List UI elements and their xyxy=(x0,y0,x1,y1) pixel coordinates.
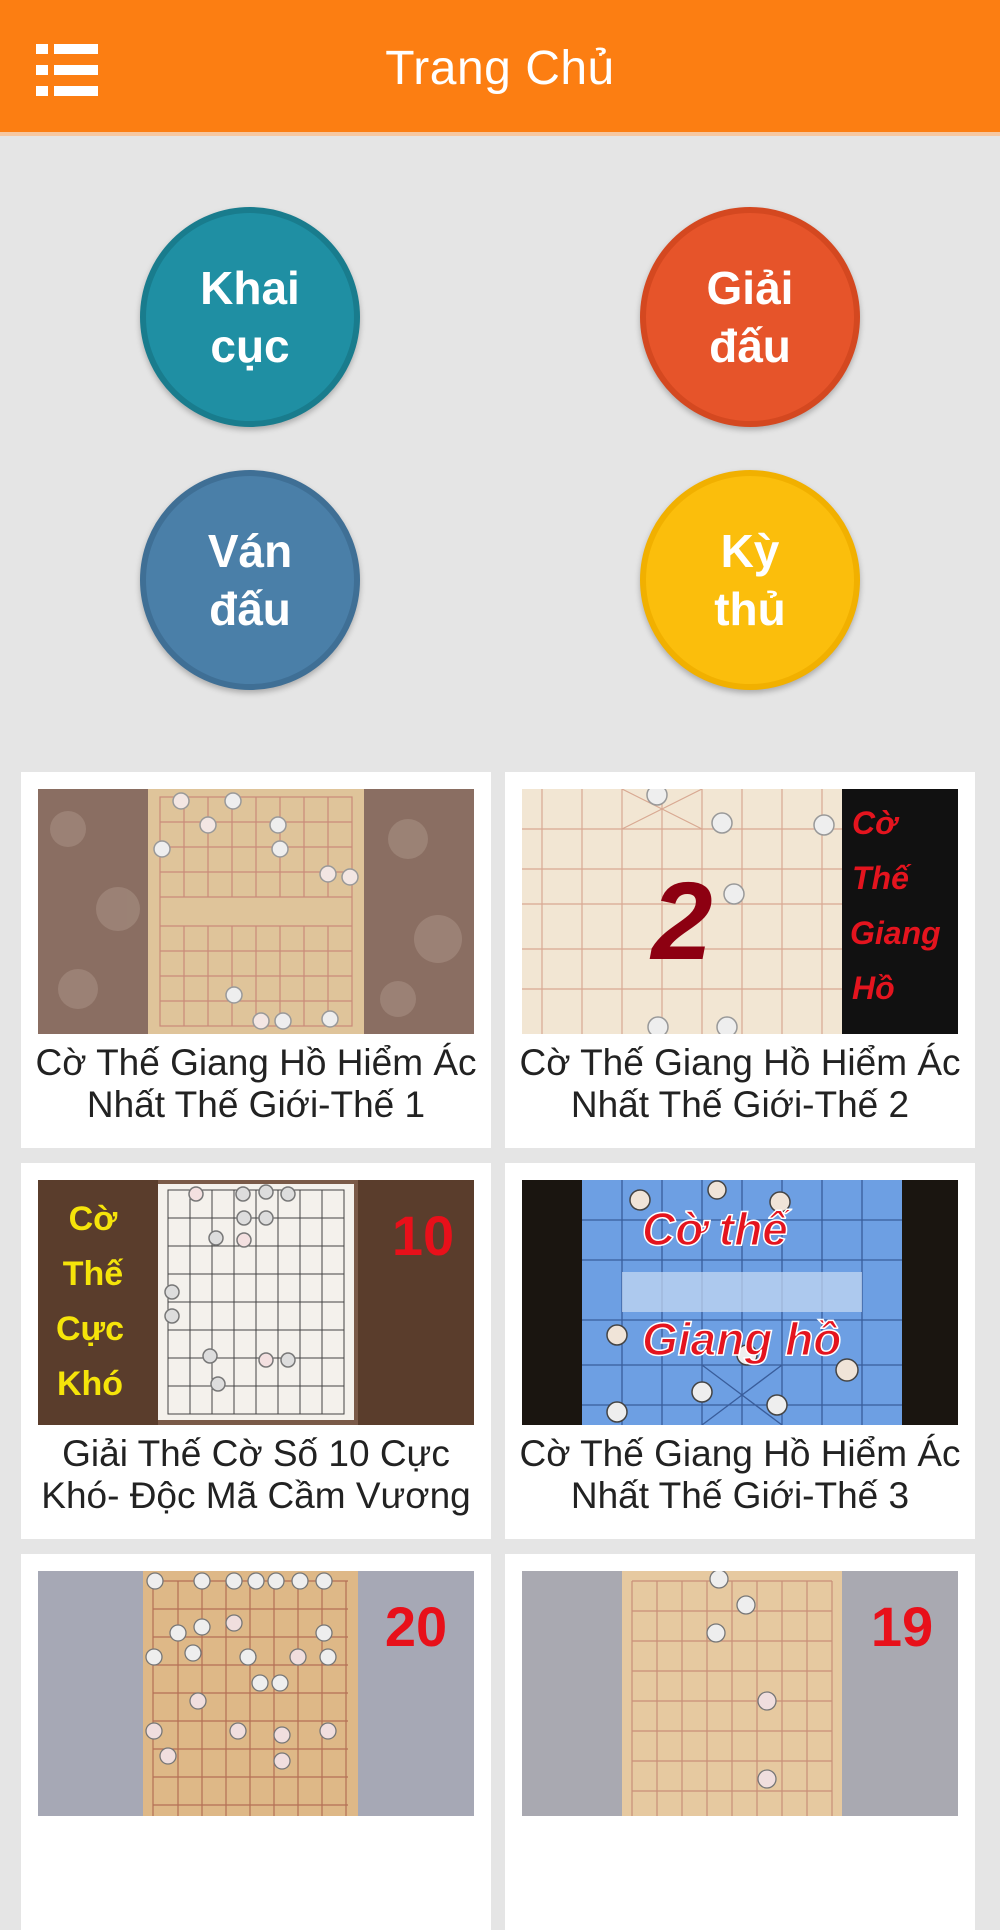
video-card[interactable]: 10 Cờ Thế Cực Khó Giải Thế Cờ Số 10 Cực … xyxy=(21,1163,491,1539)
side-text: Thế xyxy=(63,1255,124,1293)
ky-thu-button[interactable]: Kỳ thủ xyxy=(640,470,860,690)
giai-dau-button[interactable]: Giải đấu xyxy=(640,207,860,427)
video-thumbnail: 20 xyxy=(38,1571,474,1816)
video-thumbnail: 10 Cờ Thế Cực Khó xyxy=(38,1180,474,1425)
app-header: Trang Chủ xyxy=(0,0,1000,136)
video-thumbnail xyxy=(38,789,474,1034)
side-text: Thế xyxy=(852,860,912,896)
thumbnail-number: 2 xyxy=(649,860,712,983)
video-thumbnail: 2 Cờ Thế Giang Hồ xyxy=(522,789,958,1034)
overlay-text: Cờ thế xyxy=(642,1203,792,1255)
side-text: Giang xyxy=(850,915,941,951)
video-card[interactable]: Cờ thế Giang hồ Cờ Thế Giang Hồ Hiểm Ác … xyxy=(505,1163,975,1539)
side-text: Khó xyxy=(57,1365,123,1403)
video-thumbnail: Cờ thế Giang hồ xyxy=(522,1180,958,1425)
side-text: Cờ xyxy=(69,1200,119,1238)
video-card[interactable]: 19 xyxy=(505,1554,975,1930)
thumbnail-number: 10 xyxy=(392,1204,454,1267)
thumbnail-number: 20 xyxy=(385,1595,447,1658)
video-title: Cờ Thế Giang Hồ Hiểm Ác Nhất Thế Giới-Th… xyxy=(519,1042,961,1125)
van-dau-button[interactable]: Ván đấu xyxy=(140,470,360,690)
video-title: Cờ Thế Giang Hồ Hiểm Ác Nhất Thế Giới-Th… xyxy=(35,1042,477,1125)
video-thumbnail: 19 xyxy=(522,1571,958,1816)
video-card[interactable]: Cờ Thế Giang Hồ Hiểm Ác Nhất Thế Giới-Th… xyxy=(21,772,491,1148)
video-title: Giải Thế Cờ Số 10 Cực Khó- Độc Mã Cầm Vư… xyxy=(41,1433,471,1516)
khai-cuc-button[interactable]: Khai cục xyxy=(140,207,360,427)
video-title: Cờ Thế Giang Hồ Hiểm Ác Nhất Thế Giới-Th… xyxy=(519,1433,961,1516)
side-text: Hồ xyxy=(852,970,895,1006)
video-card[interactable]: 2 Cờ Thế Giang Hồ Cờ Thế Giang Hồ Hiểm Á… xyxy=(505,772,975,1148)
overlay-text: Giang hồ xyxy=(642,1313,841,1365)
side-text: Cực xyxy=(56,1310,124,1348)
video-card[interactable]: 20 xyxy=(21,1554,491,1930)
thumbnail-number: 19 xyxy=(871,1595,933,1658)
side-text: Cờ xyxy=(852,805,900,841)
page-title: Trang Chủ xyxy=(385,42,615,95)
